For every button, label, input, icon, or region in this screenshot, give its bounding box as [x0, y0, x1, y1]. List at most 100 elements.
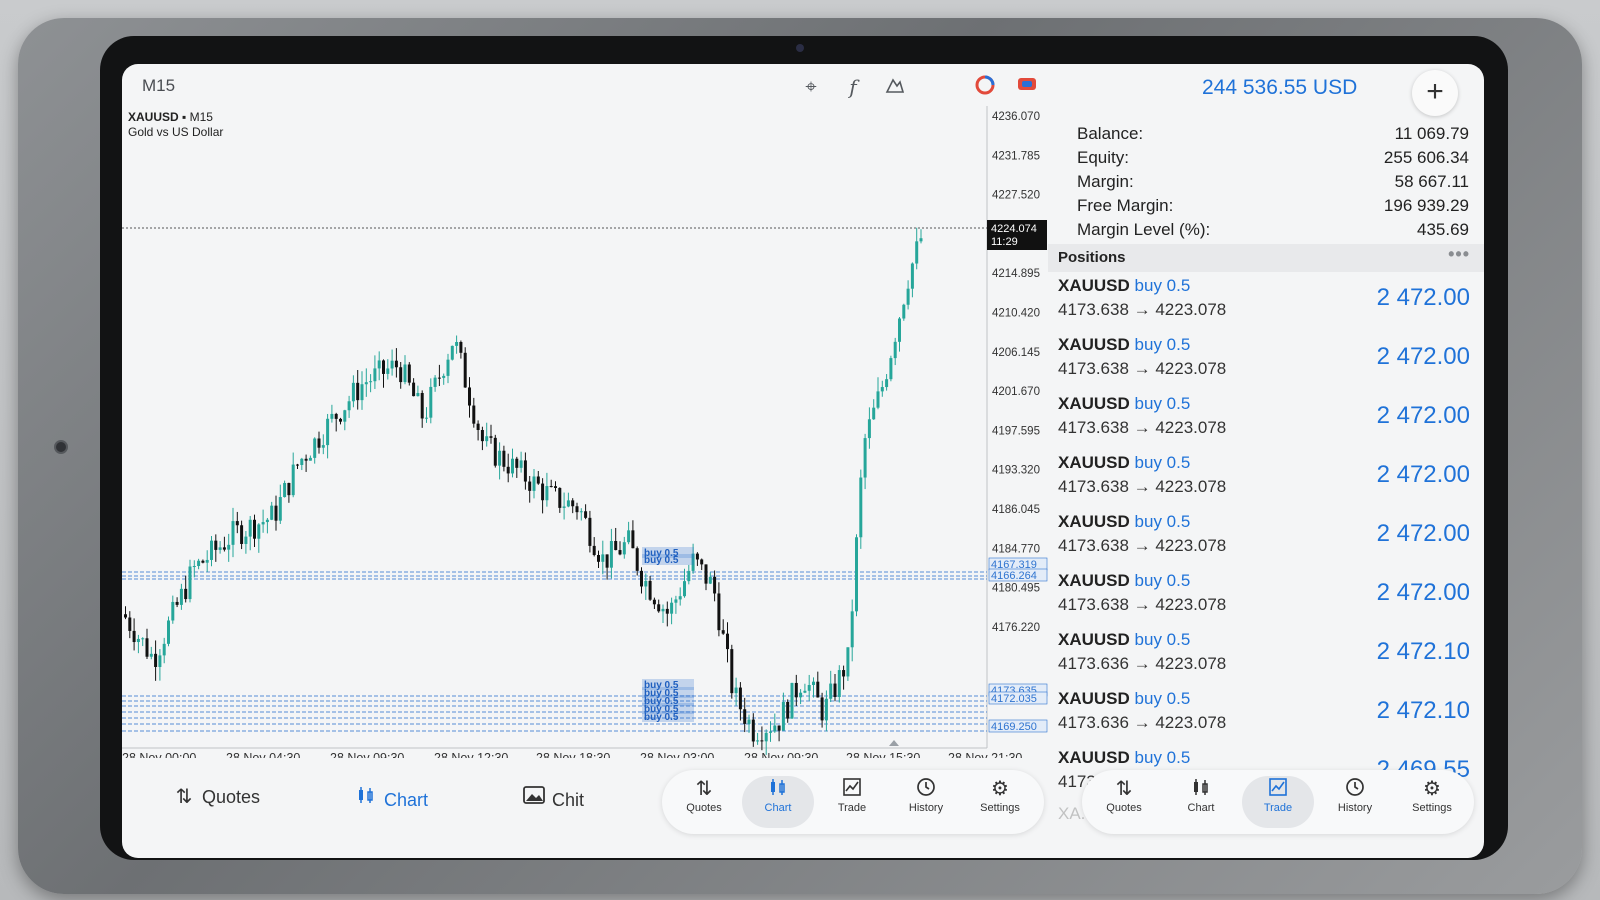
candle-bull [829, 683, 833, 699]
candle-bear [468, 387, 471, 406]
candle-bear [407, 364, 411, 383]
candle-bear [420, 392, 424, 419]
chat-icon[interactable] [1014, 74, 1040, 100]
position-prices: 4173.638 → 4223.078 [1058, 300, 1227, 319]
candle-bull [915, 241, 919, 264]
order-price-text: 4172.035 [991, 693, 1037, 705]
candle-bear [571, 500, 575, 507]
candle-bull [205, 559, 209, 563]
price-tick-label: 4180.495 [992, 583, 1040, 595]
candle-bull [773, 725, 777, 732]
candle-bear [640, 570, 643, 587]
add-order-button[interactable]: + [1412, 70, 1458, 116]
position-row[interactable]: XAUUSD buy 0.5 4173.638 → 4223.078 2 472.0… [1058, 451, 1478, 510]
candle-bear [412, 382, 416, 397]
position-symbol-text: XAUUSD [1058, 276, 1130, 295]
position-row[interactable]: XAUUSD buy 0.5 4173.638 → 4223.078 2 472.0… [1058, 510, 1478, 569]
candlestick-chart[interactable]: 4236.0704231.7854227.5204218.9704214.895… [122, 106, 1052, 758]
candle-bull [734, 687, 738, 694]
function-icon[interactable]: f [840, 74, 866, 100]
objects-icon[interactable] [882, 74, 908, 100]
position-prices: 4173.638 → 4223.078 [1058, 418, 1227, 437]
candle-bull [498, 450, 502, 466]
more-options-icon[interactable]: ••• [1448, 244, 1470, 265]
tab-history[interactable]: History [890, 776, 962, 828]
settings-gear-icon: ⚙ [1423, 778, 1441, 800]
candle-bull [687, 570, 691, 582]
tab-label: Quotes [1106, 802, 1142, 814]
candle-bull [162, 643, 166, 656]
price-tick-label: 4197.595 [992, 425, 1040, 437]
tab-chart[interactable]: Chart [742, 776, 814, 828]
candle-bull [661, 608, 665, 612]
history-clock-icon [890, 776, 962, 802]
candle-bear [614, 540, 618, 551]
indicator-ring-icon[interactable] [972, 74, 998, 100]
candle-bull [313, 438, 317, 458]
tab-trade[interactable]: Trade [1242, 776, 1314, 828]
timeframe-label[interactable]: M15 [142, 76, 175, 96]
candle-bull [859, 477, 863, 538]
candle-bear [760, 740, 764, 742]
candle-bull [149, 653, 153, 657]
candle-bull [455, 341, 459, 346]
quotes-arrows-icon: ⇅ [695, 778, 713, 800]
position-symbol: XAUUSD buy 0.5 [1058, 394, 1190, 414]
candle-bear [489, 436, 493, 438]
candle-bull [416, 392, 420, 397]
candle-bull [291, 464, 295, 496]
candle-bull [136, 638, 140, 643]
price-tick-label: 4176.220 [992, 622, 1040, 634]
position-symbol: XAUUSD buy 0.5 [1058, 453, 1190, 473]
position-row[interactable]: XAUUSD buy 0.5 4173.638 → 4223.078 2 472.0… [1058, 333, 1478, 392]
price-chart[interactable]: 4236.0704231.7854227.5204218.9704214.895… [122, 106, 1052, 758]
account-key: Balance: [1077, 124, 1144, 143]
tab-quotes[interactable]: ⇅ Quotes [668, 776, 740, 828]
position-row[interactable]: XAUUSD buy 0.5 4173.638 → 4223.078 2 472.0… [1058, 392, 1478, 451]
account-row: Margin Level (%): 435.69 [1077, 220, 1477, 244]
settings-gear-icon: ⚙ [991, 778, 1009, 800]
price-tick-label: 4227.520 [992, 190, 1040, 202]
candle-bear [334, 413, 338, 419]
tab-settings[interactable]: ⚙ Settings [964, 776, 1036, 828]
candle-bear [713, 576, 717, 594]
price-tick-label: 4186.045 [992, 504, 1040, 516]
candle-bear [554, 486, 557, 488]
position-row[interactable]: XAUUSD buy 0.5 4173.636 → 4223.078 2 472.1… [1058, 687, 1478, 746]
candle-bull [278, 497, 282, 521]
candle-bear [743, 709, 747, 724]
nav-chart[interactable]: Chart [354, 784, 428, 812]
chart-candles-icon [742, 776, 814, 802]
crosshair-icon[interactable]: ⌖ [798, 74, 824, 100]
nav-quotes[interactable]: ⇅ Quotes [172, 784, 260, 809]
account-key: Equity: [1077, 148, 1129, 167]
tab-trade[interactable]: Trade [816, 776, 888, 828]
chart-symbol-description: Gold vs US Dollar [128, 125, 224, 139]
position-symbol-text: XAUUSD [1058, 689, 1130, 708]
tab-label: Settings [980, 802, 1020, 814]
position-profit: 2 472.00 [1376, 343, 1470, 370]
candle-bull [425, 417, 428, 419]
tab-settings[interactable]: ⚙ Settings [1396, 776, 1468, 828]
position-symbol-text: XAUUSD [1058, 335, 1130, 354]
candle-bull [812, 681, 815, 686]
tab-quotes[interactable]: ⇅ Quotes [1088, 776, 1160, 828]
position-row[interactable]: XAUUSD buy 0.5 4173.638 → 4223.078 2 472.0… [1058, 569, 1478, 628]
tab-label: History [908, 802, 944, 814]
candle-bull [218, 547, 222, 550]
account-row: Margin: 58 667.11 [1077, 172, 1477, 196]
candle-bear [648, 580, 652, 600]
tab-label: Chart [1187, 802, 1215, 814]
candle-bull [846, 647, 850, 677]
candle-bear [235, 521, 239, 526]
candle-bull [270, 505, 274, 520]
position-row[interactable]: XAUUSD buy 0.5 4173.636 → 4223.078 2 472.1… [1058, 628, 1478, 687]
candle-bull [769, 731, 772, 733]
tab-chart[interactable]: Chart [1165, 776, 1237, 828]
candle-bear [588, 517, 592, 546]
candle-bull [210, 540, 213, 560]
nav-chit[interactable]: Chit [522, 784, 584, 812]
position-row[interactable]: XAUUSD buy 0.5 4173.638 → 4223.078 2 472.0… [1058, 274, 1478, 333]
candle-bear [480, 429, 484, 442]
tab-history[interactable]: History [1319, 776, 1391, 828]
